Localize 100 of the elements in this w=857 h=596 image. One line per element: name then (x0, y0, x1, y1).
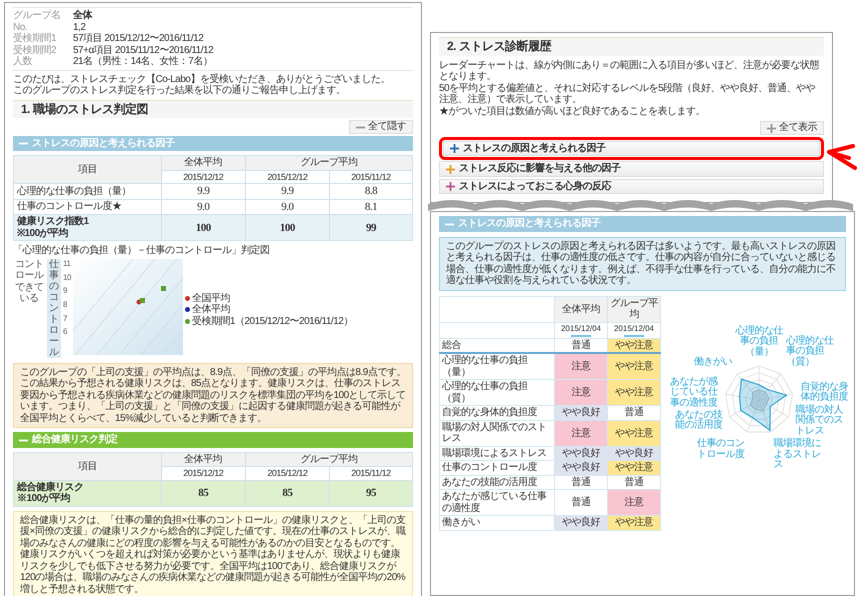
level-cell: 注意 (554, 353, 608, 380)
level-cell: 注意 (608, 490, 660, 516)
row-label: 職場の対人関係でのストレス (440, 420, 554, 446)
axis-label: 心理的な仕事の負担（量） (734, 326, 784, 358)
header-cell: グループ平均 (245, 156, 412, 170)
row-label: 働きがい (440, 516, 554, 530)
level-cell: 注意 (554, 380, 608, 406)
legend-label: 受検期間1（2015/12/12〜2016/11/12） (192, 316, 353, 328)
accordion-header[interactable]: ストレス反応に影響を与える他の因子 (439, 161, 824, 177)
tick-label: 7 (63, 314, 68, 323)
accordion-header[interactable]: ストレスによっておこる心身の反応 (439, 178, 824, 194)
value-cell: 85 (245, 480, 330, 506)
axis-caption: コントロールできている (14, 258, 45, 305)
row-label: あなたが感じている仕事の適性度 (440, 490, 554, 516)
chart-title: 「心理的な仕事の負担（量）－仕事のコントロール」判定図 (13, 245, 270, 257)
level-cell: 注意 (554, 420, 608, 446)
axis-label: 仕事のコントロール度 (696, 439, 745, 460)
toggle-icon (767, 124, 776, 133)
axis-label: あなたの技能の活用度 (674, 410, 723, 432)
value-cell: 85 (161, 480, 246, 506)
note-text: このグループの「上司の支援」の平均点は、8.9点、「同僚の支援」の平均点は8.9点です。この結果から予想される健康リスクは、85点となります。健康リスクは、仕事のストレス要因から予想される疾病休業などの健康問題のリスクを標準集団の平均を100として示しています。つまり、「上司の支援」と「同僚の支援」に起因する健康問題が起きる可能性が全国平均とくらべて、15%減少していると判断できます。 (13, 362, 413, 428)
intro-text: このグループのストレス判定を行った結果を以下の通りご報告申し上げます。 (13, 85, 346, 96)
level-cell: 普通 (608, 406, 660, 420)
level-cell: やや良好 (554, 446, 608, 461)
tick-label: 9 (63, 286, 68, 296)
level-cell: 普通 (554, 338, 608, 354)
row-label: 総合 (440, 338, 554, 354)
tick-label: 10 (63, 272, 71, 282)
tick-label: 8 (63, 300, 68, 310)
row-label: 総合健康リスク ※100が平均 (14, 480, 162, 506)
header-cell: 全体平均 (161, 156, 246, 170)
level-cell: やや良好 (608, 446, 660, 461)
axis-label: 職場環境によるストレス (773, 439, 822, 471)
intro-text: このたびは、ストレスチェック【Co-Labo】を受検いただき、ありがとうございました。 (13, 74, 391, 84)
axis-label: 職場の対人関係でのストレス (795, 405, 844, 437)
arrow-icon (827, 142, 857, 172)
level-cell: やや良好 (554, 460, 608, 476)
value-cell: 99 (329, 214, 412, 241)
info-label: 人数 (13, 56, 33, 68)
legend-label: 全体平均 (192, 304, 230, 316)
row-label: 仕事のコントロール度 (440, 460, 554, 476)
value-cell: 95 (329, 480, 412, 506)
info-value: 全体 (73, 10, 92, 22)
level-cell: やや注意 (608, 353, 660, 380)
date-cell: 2015/12/04 (608, 322, 660, 338)
accordion-header[interactable]: ストレスの原因と考えられる因子 (443, 140, 820, 156)
row-label: 職場環境によるストレス (440, 446, 554, 461)
date-cell: 2015/12/12 (245, 466, 330, 480)
row-label: 自覚的な身体的負担度 (440, 406, 554, 420)
info-value: 1,2 (73, 22, 86, 33)
summary-text: このグループのストレスの原因と考えられる因子は多いようです。最も高いストレスの原因と考えられる因子は、仕事の適性度の低さです。仕事の内容が自分に合っていないと感じる場合、仕事の適性度が低くなります。例えば、不得手な仕事を行っている、自分の能力に不適な仕事や役割を与えられている状況です。 (439, 236, 846, 291)
date-cell: 2015/12/12 (161, 466, 246, 480)
level-cell: やや注意 (608, 338, 660, 354)
info-value: 21名（男性：14名、女性：7名） (73, 56, 212, 68)
axis-label: 働きがい (693, 357, 732, 368)
level-cell: やや注意 (608, 420, 660, 446)
axis-label: 心理的な仕事の負担（質） (786, 336, 835, 368)
row-label: 仕事のコントロール度★ (14, 199, 162, 215)
expand-all-button[interactable]: 全て表示 (760, 121, 824, 135)
axis-label: あなたが感じている仕事の適性度 (669, 376, 718, 408)
row-label: 心理的な仕事の負担（量） (440, 353, 554, 380)
info-value: 57項目 2015/12/12〜2016/11/12 (73, 33, 204, 44)
header-cell: グループ平均 (608, 296, 660, 322)
level-cell: やや注意 (608, 380, 660, 406)
info-label: グループ名 (13, 10, 62, 22)
note-text: レーダーチャートは、線が内側にあり＝の範囲に入る項目が多いほど、注意が必要な状態となります。 (439, 60, 820, 82)
tick-label: 6 (63, 327, 68, 337)
axis-label: 自覚的な身体的負担度 (800, 382, 849, 403)
row-label: 心理的な仕事の負担（質） (440, 380, 554, 406)
note-text: ★がついた項目は数値が高いほど良好であることを表します。 (439, 106, 706, 118)
value-cell: 9.9 (161, 184, 246, 200)
note-text: 50を平均とする偏差値と、それに対応するレベルを5段階（良好、やや良好、普通、やや注意、注意）で表示しています。 (439, 82, 816, 106)
date-cell: 2015/12/04 (554, 322, 608, 338)
collapse-all-button[interactable]: 全て隠す (349, 120, 413, 134)
value-cell: 9.0 (245, 199, 330, 215)
section-heading: 1. 職場のストレス判定図 (13, 100, 413, 118)
info-label: No. (13, 22, 28, 32)
level-cell: やや注意 (608, 460, 660, 476)
tick-label: 11 (63, 258, 71, 268)
value-cell: 100 (161, 214, 246, 241)
header-cell: 項目 (14, 452, 162, 480)
row-label: 健康リスク指数1 ※100が平均 (14, 214, 162, 241)
axis-label: 仕事のコントロール (47, 258, 61, 358)
header-cell: 全体平均 (554, 296, 608, 322)
level-cell: やや良好 (554, 406, 608, 420)
row-label: あなたの技能の活用度 (440, 475, 554, 490)
row-label: 心理的な仕事の負担（量） (14, 184, 162, 200)
value-cell: 9.9 (245, 184, 330, 200)
header-cell: グループ平均 (245, 452, 412, 467)
level-cell: 普通 (554, 490, 608, 516)
date-cell: 2015/11/12 (329, 466, 412, 480)
info-value: 57+α項目 2015/11/12〜2016/11/12 (73, 44, 214, 56)
header-cell: 全体平均 (161, 452, 246, 467)
section-heading: 2. ストレス診断履歴 (439, 37, 824, 56)
value-cell: 100 (245, 214, 330, 241)
value-cell: 9.0 (161, 199, 246, 215)
info-label: 受検期間2 (13, 44, 58, 56)
header-cell: 項目 (14, 156, 162, 184)
level-cell: 普通 (608, 475, 660, 490)
date-cell: 2015/11/12 (329, 170, 412, 184)
